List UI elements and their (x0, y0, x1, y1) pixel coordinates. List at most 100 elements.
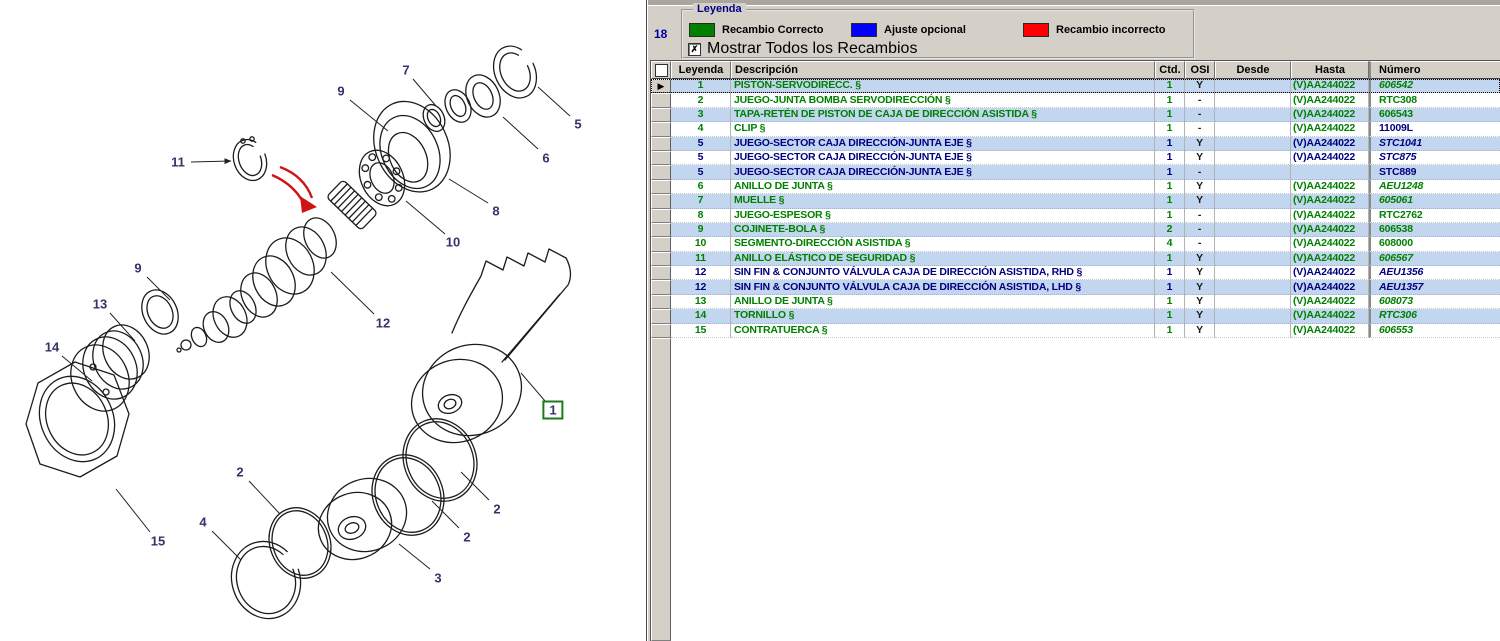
row-selector[interactable] (651, 108, 671, 122)
cell-osi: Y (1185, 309, 1215, 323)
row-selector[interactable] (651, 151, 671, 165)
cell-num: RTC306 (1369, 309, 1500, 323)
row-selector[interactable]: ▶ (651, 79, 671, 93)
table-row[interactable]: 2JUEGO-JUNTA BOMBA SERVODIRECCIÓN §1-(V)… (651, 93, 1500, 107)
cell-ctd: 1 (1155, 165, 1185, 179)
table-row[interactable]: 12SIN FIN & CONJUNTO VÁLVULA CAJA DE DIR… (651, 266, 1500, 280)
diagram-callout-15[interactable]: 15 (151, 535, 165, 548)
table-row[interactable]: 14TORNILLO §1Y(V)AA244022RTC306 (651, 309, 1500, 323)
table-row[interactable]: 5JUEGO-SECTOR CAJA DIRECCIÓN-JUNTA EJE §… (651, 151, 1500, 165)
diagram-callout-13[interactable]: 13 (93, 298, 107, 311)
table-row[interactable]: 5JUEGO-SECTOR CAJA DIRECCIÓN-JUNTA EJE §… (651, 137, 1500, 151)
table-row[interactable]: 9COJINETE-BOLA §2-(V)AA244022606538 (651, 223, 1500, 237)
header-ctd[interactable]: Ctd. (1155, 61, 1185, 79)
cell-hasta: (V)AA244022 (1291, 108, 1369, 122)
diagram-callout-12[interactable]: 12 (376, 317, 390, 330)
row-selector[interactable] (651, 93, 671, 107)
cell-hasta: (V)AA244022 (1291, 223, 1369, 237)
row-selector-gutter (651, 338, 671, 641)
cell-num: AEU1248 (1369, 180, 1500, 194)
table-row[interactable]: 8JUEGO-ESPESOR §1-(V)AA244022RTC2762 (651, 209, 1500, 223)
table-row[interactable]: 7MUELLE §1Y(V)AA244022605061 (651, 194, 1500, 208)
cell-osi: - (1185, 122, 1215, 136)
cell-desde (1215, 122, 1291, 136)
cell-hasta: (V)AA244022 (1291, 194, 1369, 208)
cell-ctd: 1 (1155, 309, 1185, 323)
row-selector[interactable] (651, 324, 671, 338)
row-selector[interactable] (651, 194, 671, 208)
cell-ctd: 1 (1155, 122, 1185, 136)
diagram-callout-7[interactable]: 7 (402, 64, 409, 77)
diagram-callout-8[interactable]: 8 (492, 205, 499, 218)
cell-ctd: 2 (1155, 223, 1185, 237)
table-row[interactable]: 3TAPA-RETÉN DE PISTON DE CAJA DE DIRECCI… (651, 108, 1500, 122)
cell-desc: TAPA-RETÉN DE PISTON DE CAJA DE DIRECCIÓ… (731, 108, 1155, 122)
epc-window: 795611810913141212422315 18 Leyenda Reca… (0, 0, 1500, 641)
select-all-checkbox[interactable] (655, 64, 668, 77)
diagram-callout-2[interactable]: 2 (463, 531, 470, 544)
cell-desc: JUEGO-ESPESOR § (731, 209, 1155, 223)
cell-desc: JUEGO-SECTOR CAJA DIRECCIÓN-JUNTA EJE § (731, 165, 1155, 179)
row-selector[interactable] (651, 309, 671, 323)
table-row[interactable]: 10SEGMENTO-DIRECCIÓN ASISTIDA §4-(V)AA24… (651, 237, 1500, 251)
row-selector[interactable] (651, 180, 671, 194)
blue-swatch-icon (851, 23, 877, 37)
cell-desde (1215, 209, 1291, 223)
row-selector[interactable] (651, 295, 671, 309)
diagram-callout-1[interactable]: 1 (542, 401, 563, 420)
table-row[interactable]: 13ANILLO DE JUNTA §1Y(V)AA244022608073 (651, 295, 1500, 309)
cell-num: 608073 (1369, 295, 1500, 309)
row-selector[interactable] (651, 237, 671, 251)
row-selector[interactable] (651, 266, 671, 280)
panel-divider[interactable] (646, 0, 647, 641)
table-row[interactable]: 11ANILLO ELÁSTICO DE SEGURIDAD §1Y(V)AA2… (651, 252, 1500, 266)
show-all-parts-checkbox[interactable]: ✗ (688, 43, 701, 56)
header-hasta[interactable]: Hasta (1291, 61, 1369, 79)
grid-header-row: Leyenda Descripción Ctd. OSI Desde Hasta… (651, 61, 1500, 79)
diagram-callout-14[interactable]: 14 (45, 341, 59, 354)
diagram-callout-11[interactable]: 11 (171, 156, 185, 169)
select-all-header-cell[interactable] (651, 61, 671, 79)
cell-num: AEU1357 (1369, 280, 1500, 294)
row-selector[interactable] (651, 165, 671, 179)
cell-osi: - (1185, 93, 1215, 107)
diagram-callout-3[interactable]: 3 (434, 572, 441, 585)
header-leyenda[interactable]: Leyenda (671, 61, 731, 79)
row-selector[interactable] (651, 209, 671, 223)
row-selector[interactable] (651, 223, 671, 237)
diagram-callout-6[interactable]: 6 (542, 152, 549, 165)
cell-desc: SIN FIN & CONJUNTO VÁLVULA CAJA DE DIREC… (731, 266, 1155, 280)
legend-title: Leyenda (693, 3, 746, 15)
table-row[interactable]: 15CONTRATUERCA §1Y(V)AA244022606553 (651, 324, 1500, 338)
table-row[interactable]: 12SIN FIN & CONJUNTO VÁLVULA CAJA DE DIR… (651, 280, 1500, 294)
cell-num: STC875 (1369, 151, 1500, 165)
cell-desc: COJINETE-BOLA § (731, 223, 1155, 237)
row-selector[interactable] (651, 280, 671, 294)
diagram-callout-5[interactable]: 5 (574, 118, 581, 131)
header-desde[interactable]: Desde (1215, 61, 1291, 79)
table-row[interactable]: 5JUEGO-SECTOR CAJA DIRECCIÓN-JUNTA EJE §… (651, 165, 1500, 179)
parts-grid: Leyenda Descripción Ctd. OSI Desde Hasta… (650, 60, 1500, 641)
header-osi[interactable]: OSI (1185, 61, 1215, 79)
row-selector[interactable] (651, 137, 671, 151)
cell-desc: CONTRATUERCA § (731, 324, 1155, 338)
row-selector[interactable] (651, 122, 671, 136)
diagram-callout-4[interactable]: 4 (199, 516, 206, 529)
cell-ctd: 1 (1155, 295, 1185, 309)
diagram-callout-9[interactable]: 9 (337, 85, 344, 98)
cell-num: 606543 (1369, 108, 1500, 122)
table-row[interactable]: ▶1PISTÓN-SERVODIRECC. §1Y(V)AA2440226065… (651, 79, 1500, 93)
cell-ctd: 1 (1155, 180, 1185, 194)
table-row[interactable]: 4CLIP §1-(V)AA24402211009L (651, 122, 1500, 136)
diagram-callout-9[interactable]: 9 (134, 262, 141, 275)
header-numero[interactable]: Número (1369, 61, 1500, 79)
cell-hasta: (V)AA244022 (1291, 79, 1369, 93)
diagram-callout-2[interactable]: 2 (493, 503, 500, 516)
diagram-callout-10[interactable]: 10 (446, 236, 460, 249)
diagram-callout-2[interactable]: 2 (236, 466, 243, 479)
header-descripcion[interactable]: Descripción (731, 61, 1155, 79)
table-row[interactable]: 6ANILLO DE JUNTA §1Y(V)AA244022AEU1248 (651, 180, 1500, 194)
cell-ley: 7 (671, 194, 731, 208)
cell-hasta: (V)AA244022 (1291, 280, 1369, 294)
row-selector[interactable] (651, 252, 671, 266)
